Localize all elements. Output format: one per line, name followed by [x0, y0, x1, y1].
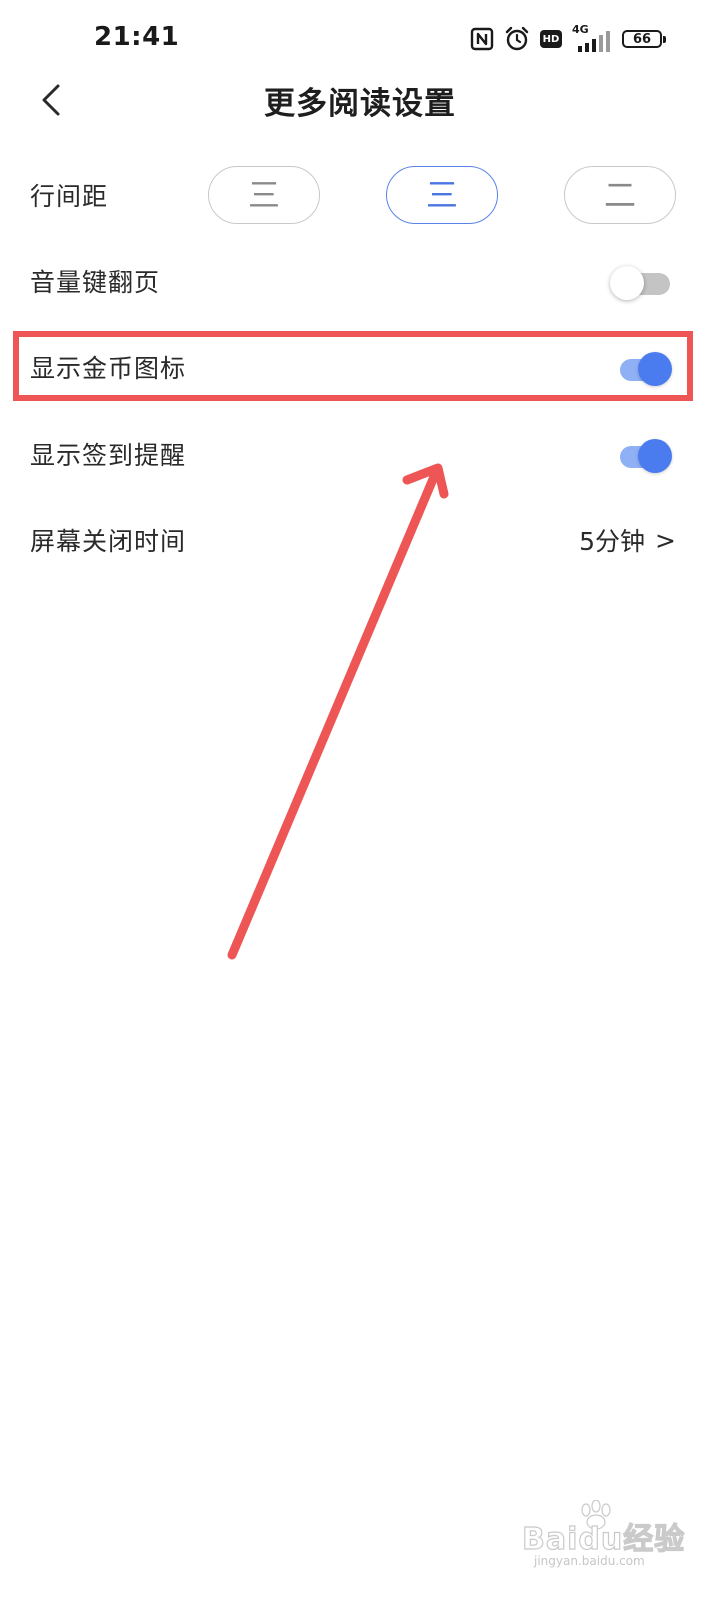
show-coin-icon-row: 显示金币图标	[0, 324, 720, 410]
battery-icon: 66	[622, 30, 666, 48]
volume-page-turn-toggle[interactable]	[610, 263, 672, 300]
signal-icon: 4G	[572, 23, 612, 53]
watermark-main-text: Baidu经验	[521, 1521, 686, 1557]
battery-level: 66	[632, 31, 652, 47]
volume-page-turn-label: 音量键翻页	[30, 268, 161, 297]
volume-page-turn-row: 音量键翻页	[0, 238, 720, 324]
show-checkin-reminder-row: 显示签到提醒	[0, 411, 720, 497]
toggle-knob	[610, 266, 644, 300]
screen-off-time-value-link[interactable]: 5分钟 >	[579, 522, 676, 558]
toggle-knob	[638, 439, 672, 473]
show-coin-icon-toggle[interactable]	[614, 349, 672, 386]
line-spacing-option-narrow[interactable]: 二	[564, 166, 676, 224]
status-icons: HD 4G 66	[470, 23, 666, 54]
baidu-jingyan-watermark: Baidu经验 jingyan.baidu.com	[521, 1500, 685, 1574]
page-title: 更多阅读设置	[264, 86, 456, 122]
line-spacing-narrow-glyph: 二	[603, 176, 636, 214]
line-spacing-wide-glyph: 三	[247, 176, 280, 214]
nfc-icon	[470, 27, 494, 51]
show-checkin-reminder-label: 显示签到提醒	[30, 441, 187, 470]
chevron-right-icon: >	[655, 525, 676, 555]
line-spacing-option-medium[interactable]: 三	[386, 166, 498, 224]
show-checkin-reminder-toggle[interactable]	[614, 436, 672, 473]
toggle-knob	[638, 352, 672, 386]
hd-icon: HD	[540, 30, 562, 48]
line-spacing-label: 行间距	[30, 182, 109, 211]
show-coin-icon-label: 显示金币图标	[30, 354, 187, 383]
line-spacing-option-wide[interactable]: 三	[208, 166, 320, 224]
header: 更多阅读设置	[0, 60, 720, 140]
line-spacing-medium-glyph: 三	[425, 176, 458, 214]
status-time: 21:41	[94, 22, 180, 52]
screen-off-time-label: 屏幕关闭时间	[30, 527, 187, 556]
line-spacing-row: 行间距 三 三 二	[0, 152, 720, 238]
watermark-sub-text: jingyan.baidu.com	[534, 1554, 645, 1568]
screen-off-time-row[interactable]: 屏幕关闭时间 5分钟 >	[0, 497, 720, 583]
screen-off-time-value: 5分钟	[579, 527, 646, 556]
alarm-icon	[505, 26, 529, 51]
